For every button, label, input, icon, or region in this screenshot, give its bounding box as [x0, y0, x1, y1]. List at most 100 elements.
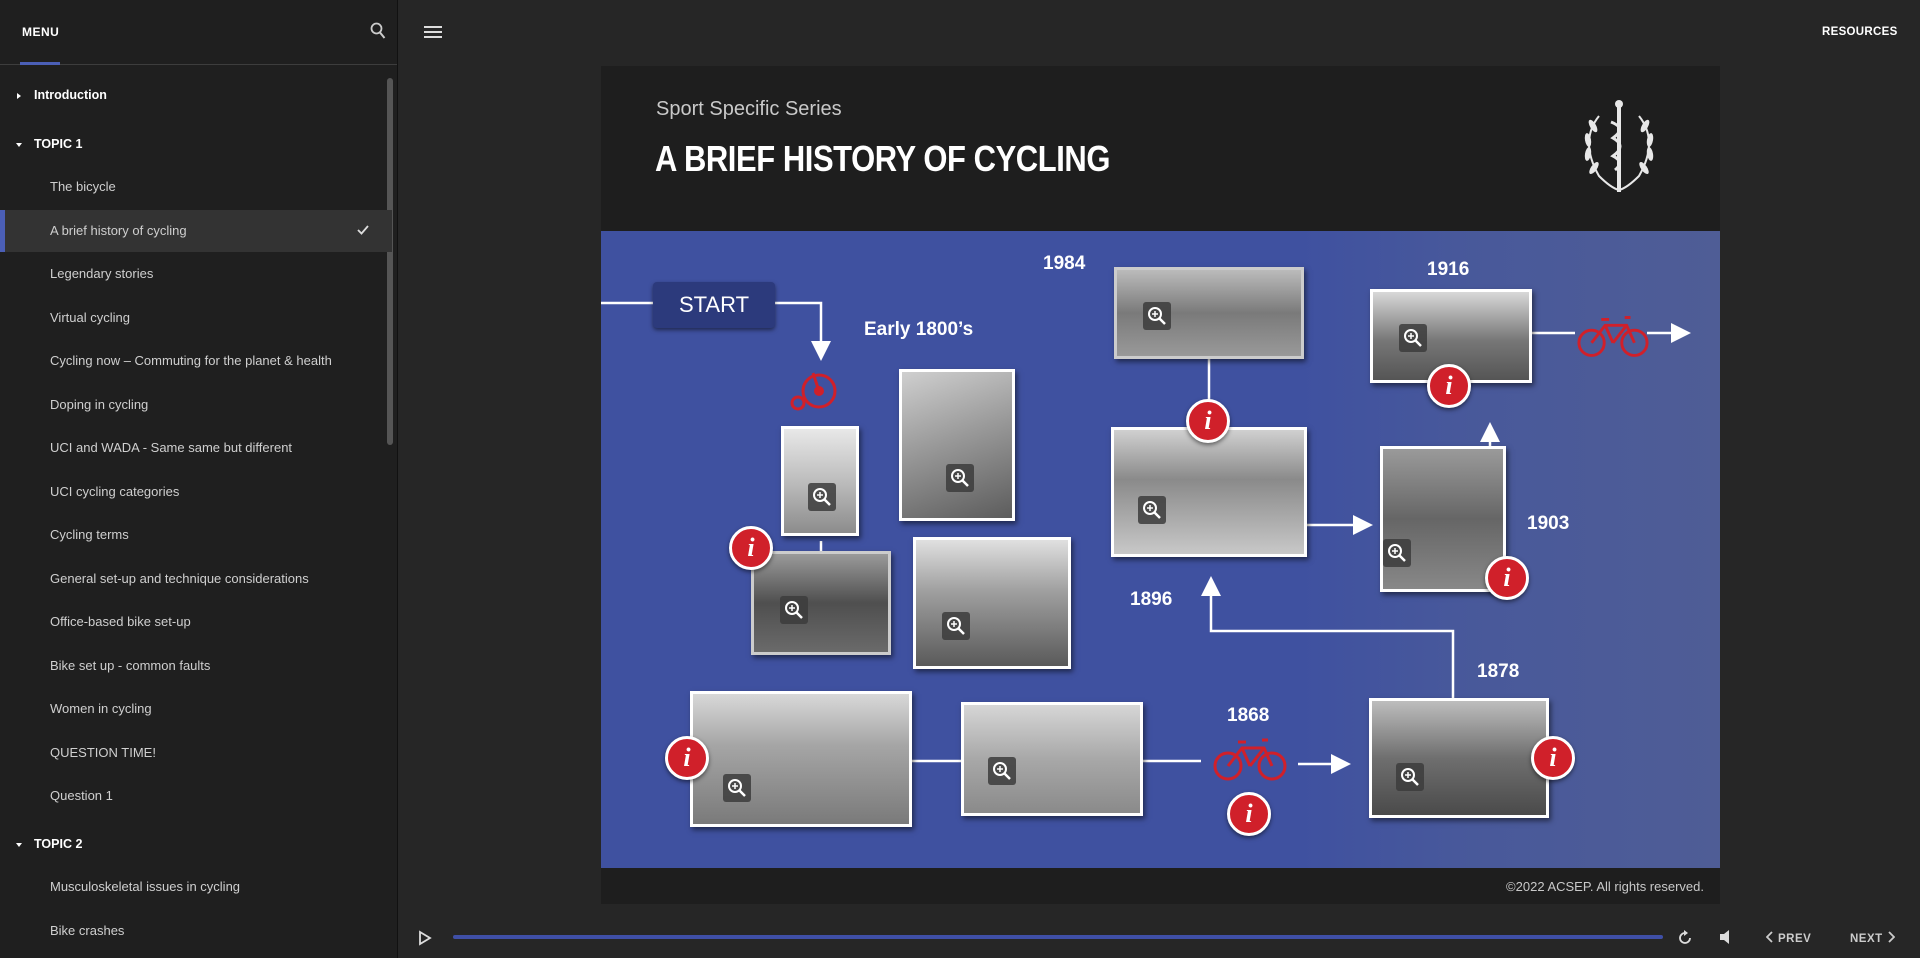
sidebar-item-virtual-cycling[interactable]: Virtual cycling — [0, 297, 392, 339]
slide-title: A BRIEF HISTORY OF CYCLING — [655, 138, 1110, 179]
sidebar-header: MENU — [0, 0, 397, 65]
zoom-icon[interactable] — [1396, 763, 1424, 791]
info-button-1878[interactable]: i — [1531, 736, 1575, 780]
lesson-label: Question 1 — [50, 788, 113, 803]
sidebar-menu: MENU Introduction TOPIC 1 The bicycle A … — [0, 0, 398, 958]
timeline-panel: START Early 1800’s 1984 1916 1903 1896 1… — [601, 231, 1720, 868]
info-button-track-race[interactable]: i — [665, 736, 709, 780]
zoom-icon[interactable] — [1143, 302, 1171, 330]
search-icon[interactable] — [370, 22, 386, 40]
topic-label: TOPIC 2 — [34, 837, 83, 851]
zoom-icon[interactable] — [1399, 324, 1427, 352]
sidebar-item-uci-categories[interactable]: UCI cycling categories — [0, 471, 392, 513]
photo-1984-peloton[interactable] — [1114, 267, 1304, 359]
zoom-icon[interactable] — [942, 612, 970, 640]
sidebar-item-setup-technique[interactable]: General set-up and technique considerati… — [0, 558, 392, 600]
zoom-icon[interactable] — [723, 774, 751, 802]
hamburger-menu-icon[interactable] — [424, 26, 442, 40]
sidebar-item-bike-crashes[interactable]: Bike crashes — [0, 910, 392, 952]
chevron-left-icon — [1765, 931, 1773, 943]
year-label-1984: 1984 — [1043, 253, 1086, 274]
sidebar-item-common-faults[interactable]: Bike set up - common faults — [0, 645, 392, 687]
lesson-label: Women in cycling — [50, 701, 152, 716]
year-label-1903: 1903 — [1527, 513, 1570, 534]
active-indicator — [0, 210, 5, 252]
lesson-label: Doping in cycling — [50, 397, 149, 412]
lesson-label: The bicycle — [50, 179, 116, 194]
info-button-1984[interactable]: i — [1186, 399, 1230, 443]
start-button[interactable]: START — [653, 282, 775, 328]
resources-button[interactable]: RESOURCES — [1822, 26, 1898, 38]
sidebar-item-uci-wada[interactable]: UCI and WADA - Same same but different — [0, 427, 392, 469]
lesson-label: QUESTION TIME! — [50, 745, 156, 760]
lesson-label: Virtual cycling — [50, 310, 130, 325]
sidebar-item-the-bicycle[interactable]: The bicycle — [0, 166, 392, 208]
year-label-early-1800s: Early 1800’s — [864, 319, 974, 340]
photo-road-race[interactable] — [961, 702, 1143, 816]
sidebar-topic-2[interactable]: TOPIC 2 — [0, 833, 380, 857]
acsep-laurel-logo-icon — [1584, 100, 1654, 192]
sidebar-item-office-setup[interactable]: Office-based bike set-up — [0, 601, 392, 643]
lesson-label: UCI and WADA - Same same but different — [50, 440, 293, 455]
play-icon[interactable] — [418, 930, 432, 946]
info-button-early[interactable]: i — [729, 526, 773, 570]
chevron-right-icon — [1888, 931, 1895, 943]
zoom-icon[interactable] — [780, 596, 808, 624]
menu-tab-underline — [20, 62, 60, 65]
photo-1896-olympics[interactable] — [1111, 427, 1307, 557]
lesson-label: A brief history of cycling — [50, 223, 187, 238]
zoom-icon[interactable] — [1138, 496, 1166, 524]
photo-track-race[interactable] — [690, 691, 912, 827]
year-label-1896: 1896 — [1130, 589, 1173, 610]
topic-label: TOPIC 1 — [34, 137, 83, 151]
year-label-1916: 1916 — [1427, 259, 1470, 280]
year-label-1868: 1868 — [1227, 705, 1270, 726]
zoom-icon[interactable] — [808, 483, 836, 511]
caret-right-icon — [17, 93, 21, 99]
year-label-1878: 1878 — [1477, 661, 1520, 682]
progress-bar[interactable] — [453, 935, 1663, 939]
prev-button[interactable]: PREV — [1765, 931, 1811, 945]
lesson-label: Bike set up - common faults — [50, 658, 211, 673]
sidebar-topic-introduction[interactable]: Introduction — [0, 84, 380, 108]
zoom-icon[interactable] — [946, 464, 974, 492]
slide-series-label: Sport Specific Series — [656, 98, 842, 120]
penny-farthing-icon — [790, 372, 837, 411]
next-button[interactable]: NEXT — [1850, 931, 1895, 945]
photo-early-riders-group[interactable] — [751, 551, 891, 655]
volume-icon[interactable] — [1718, 929, 1732, 945]
next-label: NEXT — [1850, 933, 1883, 945]
lesson-label: Office-based bike set-up — [50, 614, 191, 629]
caret-down-icon — [16, 843, 22, 847]
info-button-1916[interactable]: i — [1427, 364, 1471, 408]
zoom-icon[interactable] — [988, 757, 1016, 785]
lesson-label: General set-up and technique considerati… — [50, 571, 309, 586]
lesson-label: Cycling now – Commuting for the planet &… — [50, 353, 332, 368]
photo-1878-race[interactable] — [1369, 698, 1549, 818]
topic-label: Introduction — [34, 88, 107, 102]
sidebar-item-doping[interactable]: Doping in cycling — [0, 384, 392, 426]
sidebar-item-question-time[interactable]: QUESTION TIME! — [0, 732, 392, 774]
lesson-label: Legendary stories — [50, 266, 154, 281]
sidebar-item-cycling-terms[interactable]: Cycling terms — [0, 514, 392, 556]
sidebar-topic-1[interactable]: TOPIC 1 — [0, 133, 380, 157]
sidebar-item-cycling-now[interactable]: Cycling now – Commuting for the planet &… — [0, 340, 392, 382]
lesson-label: Cycling terms — [50, 527, 129, 542]
lesson-label: Bike crashes — [50, 923, 125, 938]
zoom-icon[interactable] — [1383, 539, 1411, 567]
sidebar-item-musculoskeletal[interactable]: Musculoskeletal issues in cycling — [0, 866, 392, 908]
photo-women-cyclists[interactable] — [913, 537, 1071, 669]
sidebar-item-legendary-stories[interactable]: Legendary stories — [0, 253, 392, 295]
sidebar-item-women-cycling[interactable]: Women in cycling — [0, 688, 392, 730]
copyright-text: ©2022 ACSEP. All rights reserved. — [1506, 879, 1704, 894]
info-button-1903[interactable]: i — [1485, 556, 1529, 600]
photo-early-hobby-horse[interactable] — [781, 426, 859, 536]
checkmark-icon — [357, 225, 369, 235]
menu-tab[interactable]: MENU — [22, 25, 59, 39]
slide: Sport Specific Series A BRIEF HISTORY OF… — [601, 66, 1720, 904]
info-button-1868[interactable]: i — [1227, 792, 1271, 836]
sidebar-item-question-1[interactable]: Question 1 — [0, 775, 392, 817]
photo-penny-farthing[interactable] — [899, 369, 1015, 521]
sidebar-item-brief-history-active[interactable]: A brief history of cycling — [0, 210, 392, 252]
replay-icon[interactable] — [1676, 929, 1694, 947]
